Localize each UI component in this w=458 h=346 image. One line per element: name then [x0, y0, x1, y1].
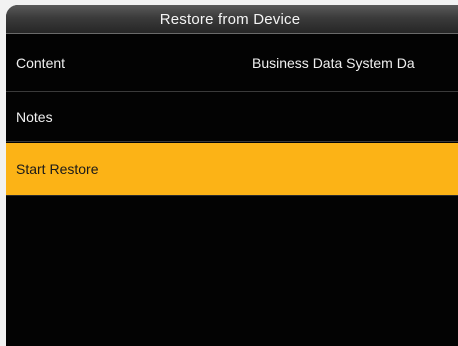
divider [6, 195, 458, 196]
menu-item-label: Notes [16, 109, 53, 125]
start-restore-button[interactable]: Start Restore [6, 143, 458, 195]
menu-item-label: Content [16, 54, 66, 71]
menu-item-content[interactable]: Content Business Data System Da [6, 34, 458, 92]
page-title: Restore from Device [159, 10, 301, 28]
menu-item-label: Start Restore [16, 161, 99, 177]
menu-item-notes[interactable]: Notes [6, 93, 458, 142]
device-frame: Restore from Device Content Business Dat… [0, 0, 458, 346]
menu-item-value: Business Data System Da [252, 54, 415, 71]
device-screen: Restore from Device Content Business Dat… [6, 5, 458, 346]
title-bar: Restore from Device [6, 5, 458, 34]
